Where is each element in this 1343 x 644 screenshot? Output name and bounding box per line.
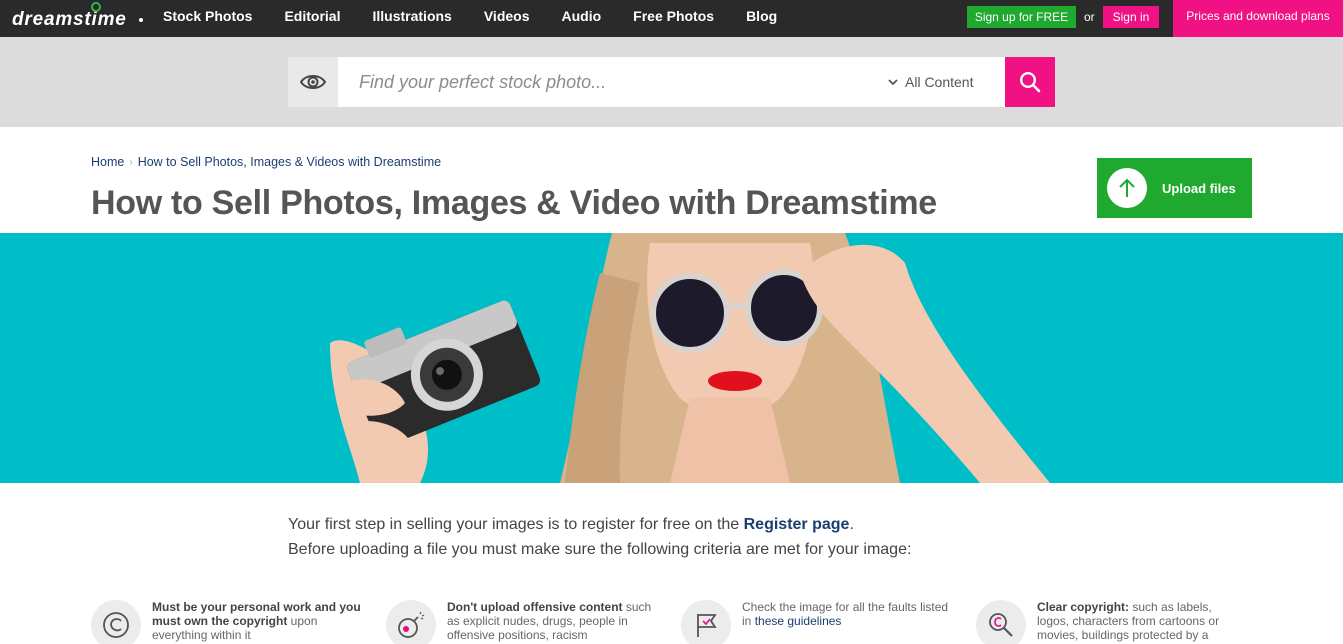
criteria-text-copyright: Must be your personal work and you must …: [152, 600, 362, 642]
magnifier-copyright-icon: [976, 600, 1026, 644]
dreamstime-logo[interactable]: dreamstime: [12, 2, 143, 32]
criteria-bold-clear-copyright: Clear copyright:: [1037, 600, 1130, 614]
guidelines-link[interactable]: these guidelines: [755, 614, 842, 628]
criteria-item-offensive: Don't upload offensive content such as e…: [386, 598, 656, 644]
intro-line-2: Before uploading a file you must make su…: [288, 541, 912, 558]
criteria-item-guidelines: Check the image for all the faults liste…: [681, 598, 951, 644]
criteria-text-guidelines: Check the image for all the faults liste…: [742, 600, 952, 628]
intro-line-1-prefix: Your first step in selling your images i…: [288, 516, 744, 533]
criteria-text-offensive: Don't upload offensive content such as e…: [447, 600, 657, 642]
breadcrumb-current[interactable]: How to Sell Photos, Images & Videos with…: [138, 155, 441, 169]
content-filter-value: All Content: [905, 74, 974, 90]
criteria-text-clear-copyright: Clear copyright: such as labels, logos, …: [1037, 600, 1247, 644]
search-icon: [1019, 71, 1041, 93]
page-title: How to Sell Photos, Images & Video with …: [91, 184, 937, 222]
flag-icon: [681, 600, 731, 644]
prices-button[interactable]: Prices and download plans: [1173, 0, 1343, 37]
or-separator: or: [1084, 10, 1095, 24]
copyright-icon: [91, 600, 141, 644]
hero-banner: [0, 233, 1343, 483]
logo-registered-mark: [139, 18, 143, 22]
criteria-bold-copyright: Must be your personal work and you must …: [152, 600, 361, 628]
content-filter-select[interactable]: All Content: [888, 57, 1005, 107]
visual-search-icon[interactable]: [288, 57, 338, 107]
bomb-icon: [386, 600, 436, 644]
search-input[interactable]: [338, 57, 888, 107]
register-page-link[interactable]: Register page: [744, 516, 850, 533]
criteria-item-clear-copyright: Clear copyright: such as labels, logos, …: [976, 598, 1246, 644]
search-band: All Content: [0, 37, 1343, 127]
search-bar: All Content: [288, 57, 1055, 107]
intro-text: Your first step in selling your images i…: [288, 512, 911, 562]
main-nav: Stock Photos Editorial Illustrations Vid…: [163, 0, 777, 37]
upload-files-button[interactable]: Upload files: [1097, 158, 1252, 218]
criteria-list: Must be your personal work and you must …: [91, 598, 1271, 644]
nav-blog[interactable]: Blog: [746, 0, 777, 37]
nav-audio[interactable]: Audio: [562, 0, 602, 37]
nav-stock-photos[interactable]: Stock Photos: [163, 0, 252, 37]
breadcrumb-separator-icon: ›: [129, 156, 133, 168]
chevron-down-icon: [888, 78, 898, 86]
breadcrumb: Home › How to Sell Photos, Images & Vide…: [91, 155, 441, 169]
nav-free-photos[interactable]: Free Photos: [633, 0, 714, 37]
breadcrumb-home[interactable]: Home: [91, 155, 124, 169]
intro-line-1: Your first step in selling your images i…: [288, 512, 911, 537]
nav-videos[interactable]: Videos: [484, 0, 530, 37]
nav-editorial[interactable]: Editorial: [284, 0, 340, 37]
logo-swirl-icon: [91, 2, 101, 12]
upload-files-label: Upload files: [1162, 180, 1236, 196]
nav-illustrations[interactable]: Illustrations: [372, 0, 451, 37]
search-button[interactable]: [1005, 57, 1055, 107]
criteria-item-copyright: Must be your personal work and you must …: [91, 598, 361, 644]
signin-button[interactable]: Sign in: [1103, 6, 1159, 28]
upload-arrow-icon: [1107, 168, 1147, 208]
signup-button[interactable]: Sign up for FREE: [967, 6, 1076, 28]
hero-image-woman-with-camera: [0, 233, 1343, 483]
top-navigation-bar: dreamstime Stock Photos Editorial Illust…: [0, 0, 1343, 37]
criteria-bold-offensive: Don't upload offensive content: [447, 600, 623, 614]
intro-line-1-suffix: .: [849, 516, 854, 533]
logo-text: dreamstime: [12, 9, 127, 30]
